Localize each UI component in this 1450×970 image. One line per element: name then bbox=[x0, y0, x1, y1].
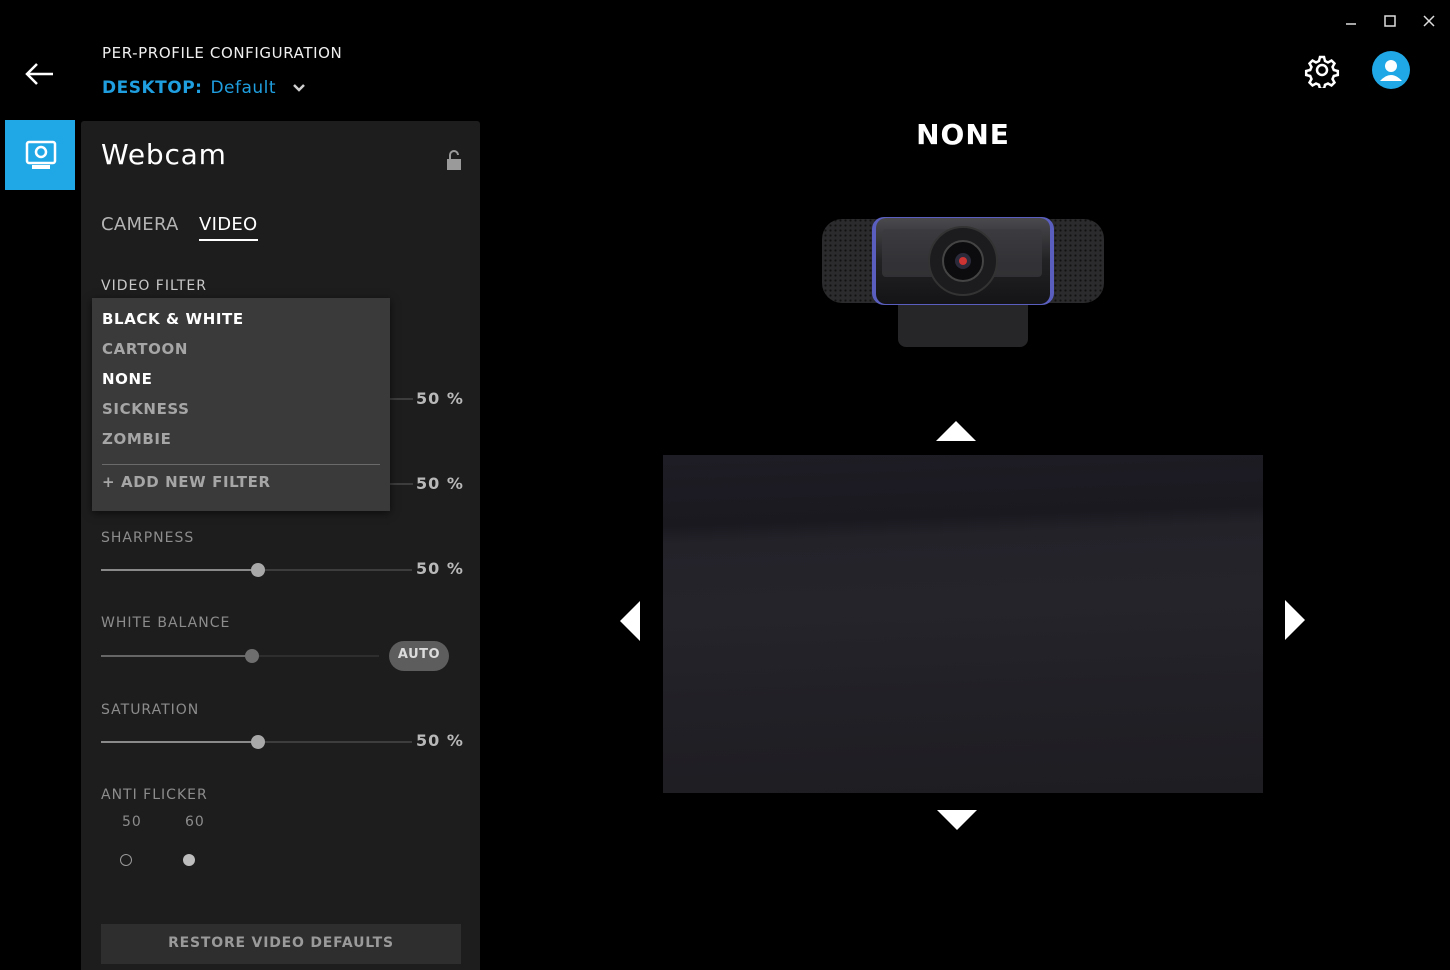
user-icon[interactable] bbox=[1372, 51, 1410, 89]
anti-flicker-60-label: 60 bbox=[185, 814, 205, 830]
white-balance-slider-thumb[interactable] bbox=[245, 649, 259, 663]
sharpness-label: SHARPNESS bbox=[101, 530, 195, 546]
arrow-right-icon[interactable] bbox=[1285, 600, 1305, 640]
profile-prefix: DESKTOP: bbox=[102, 78, 203, 98]
webcam-device-tab[interactable] bbox=[5, 120, 75, 190]
white-balance-label: WHITE BALANCE bbox=[101, 615, 231, 631]
add-new-filter-button[interactable]: + ADD NEW FILTER bbox=[102, 473, 271, 491]
webcam-device-icon bbox=[5, 140, 75, 194]
tab-video[interactable]: VIDEO bbox=[199, 214, 258, 241]
lock-open-icon[interactable] bbox=[445, 149, 463, 171]
webcam-product-image bbox=[818, 213, 1108, 351]
slider-value-hidden-1: 50 % bbox=[416, 389, 464, 408]
white-balance-auto-toggle[interactable]: AUTO bbox=[389, 641, 449, 671]
slider-track-hidden-1[interactable] bbox=[389, 398, 413, 400]
saturation-slider-thumb[interactable] bbox=[251, 735, 265, 749]
slider-value-hidden-2: 50 % bbox=[416, 474, 464, 493]
maximize-icon[interactable] bbox=[1379, 10, 1401, 32]
arrow-down-icon[interactable] bbox=[937, 810, 977, 830]
saturation-value: 50 % bbox=[416, 731, 464, 750]
filter-option-black-white[interactable]: BLACK & WHITE bbox=[102, 310, 244, 328]
saturation-slider-fill bbox=[101, 741, 258, 743]
sharpness-slider-thumb[interactable] bbox=[251, 563, 265, 577]
filter-option-sickness[interactable]: SICKNESS bbox=[102, 400, 190, 418]
saturation-label: SATURATION bbox=[101, 702, 200, 718]
anti-flicker-50-radio[interactable] bbox=[120, 854, 132, 866]
sharpness-value: 50 % bbox=[416, 559, 464, 578]
video-filter-dropdown[interactable]: BLACK & WHITE CARTOON NONE SICKNESS ZOMB… bbox=[92, 298, 390, 511]
anti-flicker-60-radio[interactable] bbox=[183, 854, 195, 866]
white-balance-slider-fill bbox=[101, 655, 252, 657]
filter-option-none[interactable]: NONE bbox=[102, 370, 153, 388]
webcam-preview bbox=[663, 455, 1263, 793]
back-arrow-icon[interactable] bbox=[22, 58, 58, 90]
gear-icon[interactable] bbox=[1304, 52, 1340, 91]
sharpness-slider-fill bbox=[101, 569, 258, 571]
profile-selector[interactable]: DESKTOP: Default bbox=[102, 78, 306, 98]
filter-option-cartoon[interactable]: CARTOON bbox=[102, 340, 188, 358]
filter-option-zombie[interactable]: ZOMBIE bbox=[102, 430, 171, 448]
current-filter-title: NONE bbox=[916, 118, 1010, 151]
minimize-icon[interactable] bbox=[1340, 10, 1362, 32]
slider-track-hidden-2[interactable] bbox=[389, 483, 413, 485]
profile-name: Default bbox=[210, 78, 277, 98]
chevron-down-icon bbox=[292, 78, 306, 98]
anti-flicker-50-label: 50 bbox=[122, 814, 142, 830]
tab-camera[interactable]: CAMERA bbox=[101, 214, 179, 235]
arrow-up-icon[interactable] bbox=[936, 421, 976, 441]
dropdown-divider bbox=[102, 464, 380, 465]
arrow-left-icon[interactable] bbox=[620, 601, 640, 641]
panel-title: Webcam bbox=[101, 138, 227, 171]
page-title: PER-PROFILE CONFIGURATION bbox=[102, 44, 343, 62]
close-icon[interactable] bbox=[1418, 10, 1440, 32]
anti-flicker-label: ANTI FLICKER bbox=[101, 787, 208, 803]
video-filter-label: VIDEO FILTER bbox=[101, 278, 207, 294]
restore-video-defaults-button[interactable]: RESTORE VIDEO DEFAULTS bbox=[101, 924, 461, 964]
